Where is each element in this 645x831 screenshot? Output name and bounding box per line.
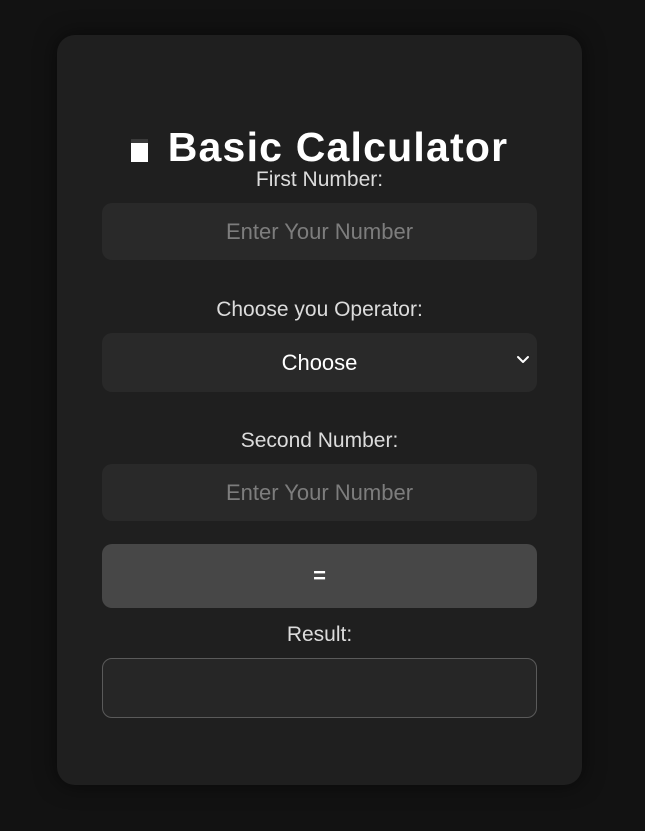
result-label: Result: <box>286 623 353 646</box>
operator-selected-value: Choose <box>281 349 358 375</box>
calculator-card: Basic Calculator First Number: Choose yo… <box>57 35 582 785</box>
first-number-label: First Number: <box>255 168 384 191</box>
second-number-label: Second Number: <box>240 429 399 452</box>
page-title-text: Basic Calculator <box>167 123 509 170</box>
chevron-down-icon <box>517 356 529 363</box>
operator-select[interactable]: Choose <box>102 333 537 392</box>
result-output <box>102 658 537 718</box>
page-title: Basic Calculator <box>57 123 582 171</box>
calculator-icon <box>130 138 148 162</box>
operator-label: Choose you Operator: <box>216 298 423 321</box>
second-number-input[interactable] <box>102 464 537 521</box>
equals-button[interactable]: = <box>102 544 537 608</box>
first-number-input[interactable] <box>102 203 537 260</box>
